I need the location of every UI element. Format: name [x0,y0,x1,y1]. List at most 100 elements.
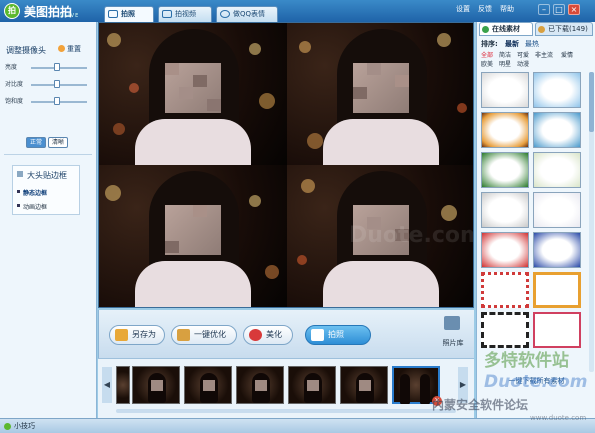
tab-video-label: 拍视频 [175,10,196,18]
settings-link[interactable]: 设置 [456,4,470,14]
frame-template[interactable] [533,312,581,348]
bullet-icon [17,204,20,207]
feedback-link[interactable]: 反馈 [478,4,492,14]
smiley-icon [220,10,230,18]
pixelated-face [353,63,409,113]
auto-enhance-label: 一键优化 [194,330,226,339]
tab-video[interactable]: 拍视频 [158,6,212,22]
photo-frame-section: 大头贴边框 静态边框 动画边框 [12,165,80,215]
category-all[interactable]: 全部 [481,50,493,59]
close-button[interactable]: × [568,4,580,15]
camera-icon [311,329,324,341]
slider-thumb[interactable] [53,97,60,105]
frame-template[interactable] [533,152,581,188]
photo-album-label: 照片库 [442,339,464,347]
tab-qq-emoticon-label: 做QQ表情 [233,10,266,18]
magic-wand-icon [177,329,190,341]
frame-template[interactable] [481,312,529,348]
brightness-slider[interactable]: 亮度 [5,62,91,72]
reset-label: 重置 [67,45,81,53]
frame-template[interactable] [533,72,581,108]
tab-photo-label: 拍照 [121,10,135,18]
scroll-left-icon[interactable]: ◀ [102,367,112,403]
frame-template[interactable] [481,112,529,148]
sort-label: 排序: [481,40,498,48]
watermark-site-cn: 多特软件站 [484,351,569,371]
left-panel: 调整摄像头 重置 亮度 对比度 饱和度 正常 清晰 大头贴边框 静态边框 动画边… [0,22,97,418]
preview-photo-cell [99,23,287,165]
thumbnail[interactable] [184,366,232,404]
tips-link[interactable]: 小技巧 [4,421,35,431]
category-love[interactable]: 爱情 [561,50,573,59]
frame-template[interactable] [481,72,529,108]
category-star[interactable]: 明星 [499,59,511,68]
minimize-button[interactable]: – [538,4,550,15]
static-frame-item[interactable]: 静态边框 [17,188,48,197]
thumbnail[interactable] [132,366,180,404]
tips-label: 小技巧 [14,422,35,430]
watermark-bottom-cn: 内蒙安全软件论坛 [432,398,529,412]
animated-frame-label: 动画边框 [23,204,48,211]
animated-frame-item[interactable]: 动画边框 [17,202,48,211]
capture-button[interactable]: 拍照 [305,325,371,345]
camera-adjust-title: 调整摄像头 [6,46,46,55]
thumbnail[interactable] [288,366,336,404]
video-icon [162,10,172,18]
tab-online-materials[interactable]: 在线素材 [479,22,533,36]
horizontal-scrollbar[interactable] [116,409,456,413]
frame-template[interactable] [533,192,581,228]
watermark-center: Duote.com [349,223,474,248]
expand-icon [17,171,23,177]
reset-button[interactable]: 重置 [58,44,81,54]
frame-template[interactable] [481,232,529,268]
category-nonmainstream[interactable]: 非主流 [535,50,553,59]
vertical-scrollbar[interactable] [589,72,594,372]
scrollbar-thumb[interactable] [589,72,594,132]
photo-frame-title[interactable]: 大头贴边框 [27,170,67,181]
watermark-site-en: Duote.com [484,372,588,392]
tab-qq-emoticon[interactable]: 做QQ表情 [216,6,278,22]
frame-template[interactable] [481,272,529,308]
preview-photo-cell [287,23,473,165]
action-toolbar: 另存为 一键优化 美化 拍照 照片库 [98,310,474,358]
capture-label: 拍照 [328,330,344,339]
help-link[interactable]: 帮助 [500,4,514,14]
beautify-button[interactable]: 美化 [243,325,293,345]
tab-photo[interactable]: 拍照 [104,6,154,22]
pixelated-face [165,205,221,255]
category-western[interactable]: 欧美 [481,59,493,68]
saturation-slider[interactable]: 饱和度 [5,96,91,106]
frame-template[interactable] [481,152,529,188]
thumbnail[interactable] [116,366,130,404]
camera-preview[interactable]: Duote.com [98,22,474,308]
thumbnail[interactable] [340,366,388,404]
contrast-slider[interactable]: 对比度 [5,79,91,89]
frame-template[interactable] [533,112,581,148]
save-as-button[interactable]: 另存为 [109,325,165,345]
sort-hottest[interactable]: 最热 [525,39,539,49]
slider-thumb[interactable] [53,63,60,71]
photo-album-button[interactable]: 照片库 [436,316,470,352]
lightbulb-icon [4,423,11,430]
mode-clear-button[interactable]: 清晰 [48,137,68,148]
category-cute[interactable]: 可爱 [517,50,529,59]
camera-icon [108,10,118,18]
mode-normal-button[interactable]: 正常 [26,137,46,148]
beautify-label: 美化 [266,330,282,339]
maximize-button[interactable]: □ [553,4,565,15]
slider-thumb[interactable] [53,80,60,88]
static-frame-label: 静态边框 [23,190,48,197]
app-subtitle: VLIVE [60,13,80,19]
tab-downloaded[interactable]: 已下载(149) [535,22,593,36]
folder-icon [538,26,545,33]
frame-template[interactable] [533,232,581,268]
category-anime[interactable]: 动漫 [517,59,529,68]
album-icon [444,316,460,330]
category-simple[interactable]: 简洁 [499,50,511,59]
frame-template[interactable] [533,272,581,308]
thumbnail[interactable] [236,366,284,404]
bullet-icon [17,190,20,193]
auto-enhance-button[interactable]: 一键优化 [171,325,237,345]
frame-template[interactable] [481,192,529,228]
sort-newest[interactable]: 最新 [505,39,519,49]
